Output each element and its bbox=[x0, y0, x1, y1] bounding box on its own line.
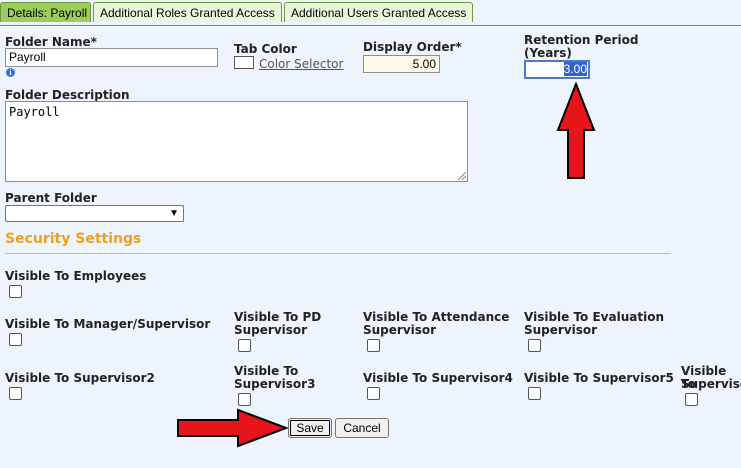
security-settings-title: Security Settings bbox=[5, 231, 142, 247]
display-order-label: Display Order* bbox=[363, 40, 462, 54]
tab-color-label: Tab Color bbox=[234, 42, 297, 56]
visible-to-supervisor4-checkbox[interactable] bbox=[367, 387, 380, 400]
display-order-input[interactable]: 5.00 bbox=[363, 55, 440, 73]
color-selector-link[interactable]: Color Selector bbox=[259, 57, 343, 71]
parent-folder-select[interactable]: ▼ bbox=[5, 205, 184, 222]
visible-to-supervisor6-label-2: Supervisor bbox=[681, 377, 741, 391]
chevron-down-icon: ▼ bbox=[169, 208, 179, 219]
folder-description-textarea[interactable]: Payroll bbox=[5, 101, 468, 182]
visible-to-supervisor2-label: Visible To Supervisor2 bbox=[5, 371, 155, 385]
tab-additional-users[interactable]: Additional Users Granted Access bbox=[284, 2, 473, 22]
visible-to-employees-checkbox[interactable] bbox=[9, 285, 22, 298]
visible-to-manager-label: Visible To Manager/Supervisor bbox=[5, 317, 211, 331]
visible-to-manager-checkbox[interactable] bbox=[9, 333, 22, 346]
visible-to-evaluation-checkbox[interactable] bbox=[528, 339, 541, 352]
visible-to-supervisor3-label-2: Supervisor3 bbox=[234, 377, 316, 391]
parent-folder-label: Parent Folder bbox=[5, 191, 97, 205]
visible-to-supervisor6-checkbox[interactable] bbox=[685, 393, 698, 406]
retention-period-label-units: (Years) bbox=[524, 46, 572, 60]
visible-to-attendance-label-2: Supervisor bbox=[363, 323, 437, 337]
resize-handle-icon[interactable] bbox=[458, 172, 466, 180]
cancel-button[interactable]: Cancel bbox=[335, 418, 389, 438]
red-arrow-up-icon bbox=[556, 82, 596, 179]
visible-to-pd-checkbox[interactable] bbox=[238, 339, 251, 352]
tab-bar: Details: Payroll Additional Roles Grante… bbox=[0, 2, 741, 26]
section-divider bbox=[5, 253, 671, 254]
retention-period-value: 3.00 bbox=[563, 62, 587, 76]
tab-underline bbox=[0, 25, 741, 26]
visible-to-supervisor5-checkbox[interactable] bbox=[528, 387, 541, 400]
visible-to-evaluation-label-2: Supervisor bbox=[524, 323, 598, 337]
retention-period-input[interactable]: 3.00 bbox=[524, 60, 590, 79]
visible-to-pd-label-2: Supervisor bbox=[234, 323, 308, 337]
tab-details-payroll[interactable]: Details: Payroll bbox=[0, 2, 91, 22]
red-arrow-right-icon bbox=[177, 408, 288, 448]
visible-to-attendance-checkbox[interactable] bbox=[367, 339, 380, 352]
visible-to-supervisor5-label: Visible To Supervisor5 bbox=[524, 371, 674, 385]
folder-description-text: Payroll bbox=[9, 105, 60, 119]
folder-name-input[interactable]: Payroll bbox=[5, 48, 218, 67]
visible-to-supervisor3-checkbox[interactable] bbox=[238, 393, 251, 406]
save-button[interactable]: Save bbox=[288, 418, 332, 438]
visible-to-employees-label: Visible To Employees bbox=[5, 269, 147, 283]
info-icon[interactable]: i bbox=[6, 68, 15, 77]
visible-to-supervisor2-checkbox[interactable] bbox=[9, 387, 22, 400]
color-swatch[interactable] bbox=[234, 56, 254, 69]
tab-additional-roles[interactable]: Additional Roles Granted Access bbox=[93, 2, 282, 22]
visible-to-supervisor4-label: Visible To Supervisor4 bbox=[363, 371, 513, 385]
